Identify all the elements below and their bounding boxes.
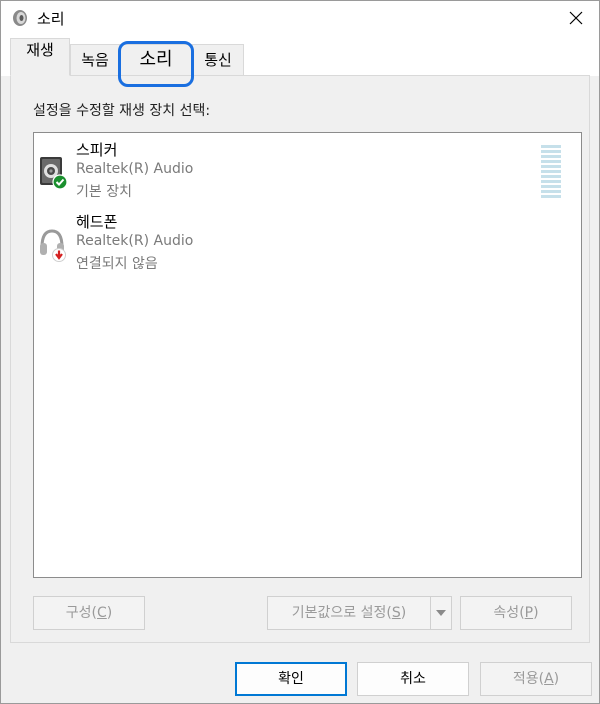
tab-strip: 재생 녹음 소리 통신 (1, 34, 599, 76)
tab-playback[interactable]: 재생 (10, 38, 70, 76)
device-list[interactable]: 스피커 Realtek(R) Audio 기본 장치 헤드폰 Realtek(R… (33, 132, 582, 578)
tab-communications-label: 통신 (204, 51, 232, 69)
tab-sounds-label: 소리 (139, 49, 173, 70)
speaker-device-icon (40, 157, 68, 190)
device-status: 연결되지 않음 (76, 256, 158, 272)
instruction-text: 설정을 수정할 재생 장치 선택: (33, 103, 211, 119)
device-driver: Realtek(R) Audio (76, 161, 194, 177)
tab-recording[interactable]: 녹음 (70, 44, 120, 76)
device-name: 스피커 (76, 141, 118, 159)
window-title: 소리 (37, 10, 65, 28)
tab-communications[interactable]: 통신 (192, 44, 244, 76)
device-item-speaker[interactable]: 스피커 Realtek(R) Audio 기본 장치 (34, 137, 574, 213)
configure-button[interactable]: 구성(C) (33, 596, 145, 630)
set-default-dropdown-button[interactable] (430, 596, 452, 630)
tab-recording-label: 녹음 (81, 51, 109, 69)
disconnected-arrow-icon (52, 248, 66, 262)
device-name: 헤드폰 (76, 213, 118, 231)
headphone-device-icon (40, 229, 66, 262)
ok-button[interactable]: 확인 (235, 662, 347, 696)
cancel-button[interactable]: 취소 (357, 662, 469, 696)
close-button[interactable] (553, 1, 599, 34)
tab-sounds[interactable]: 소리 (120, 44, 192, 76)
title-bar: 소리 (1, 1, 599, 34)
playback-panel: 설정을 수정할 재생 장치 선택: 스피커 Realtek(R) Audio 기… (10, 75, 590, 643)
chevron-down-icon (436, 610, 446, 616)
volume-level-meter (541, 145, 561, 198)
apply-button[interactable]: 적용(A) (480, 662, 592, 696)
sound-dialog: 소리 재생 녹음 소리 통신 설정을 수정할 재생 장치 선택: 스피커 Rea… (0, 0, 600, 704)
default-check-icon (52, 174, 68, 190)
close-icon (569, 11, 583, 24)
properties-button[interactable]: 속성(P) (460, 596, 572, 630)
set-default-button[interactable]: 기본값으로 설정(S) (267, 596, 431, 630)
speaker-icon (13, 10, 27, 26)
device-driver: Realtek(R) Audio (76, 233, 194, 249)
device-item-headphones[interactable]: 헤드폰 Realtek(R) Audio 연결되지 않음 (34, 209, 574, 285)
device-status: 기본 장치 (76, 184, 132, 200)
tab-playback-label: 재생 (26, 41, 54, 59)
